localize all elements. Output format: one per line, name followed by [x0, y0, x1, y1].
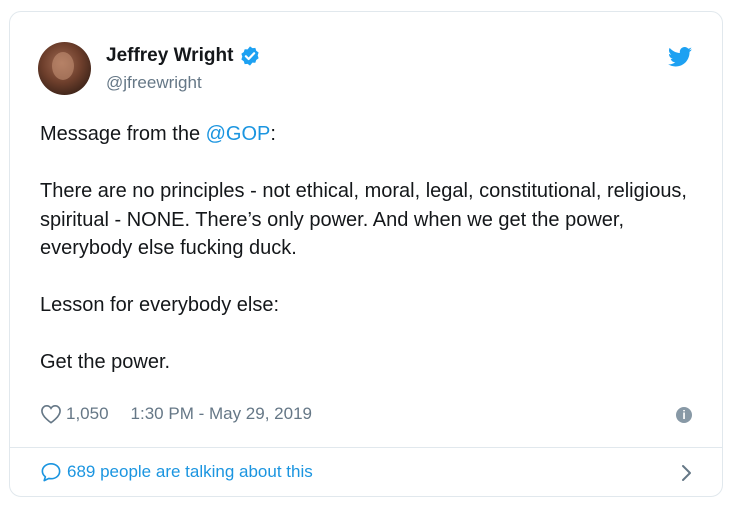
author-name[interactable]: Jeffrey Wright: [106, 45, 233, 67]
info-icon[interactable]: i: [676, 407, 692, 423]
heart-icon[interactable]: [40, 404, 62, 424]
speech-bubble-icon: [41, 463, 61, 482]
author-row: Jeffrey Wright: [106, 45, 261, 67]
verified-badge-icon: [241, 46, 260, 66]
avatar[interactable]: [38, 42, 91, 95]
tweet-text-prefix: Message from the: [40, 123, 206, 145]
tweet-text-suffix: :: [270, 123, 276, 145]
tweet-paragraph-3: Lesson for everybody else:: [40, 294, 280, 316]
chevron-right-icon[interactable]: [680, 463, 692, 483]
tweet-meta: 1,050 1:30 PM - May 29, 2019: [40, 404, 312, 424]
divider: [10, 447, 722, 448]
mention-link[interactable]: @GOP: [206, 123, 271, 145]
author-handle[interactable]: @jfreewright: [106, 73, 202, 93]
tweet-text: Message from the @GOP: There are no prin…: [40, 120, 710, 377]
talking-link[interactable]: 689 people are talking about this: [40, 462, 313, 482]
tweet-paragraph-2: There are no principles - not ethical, m…: [40, 180, 687, 259]
like-count[interactable]: 1,050: [66, 404, 109, 424]
tweet-line-1: Message from the @GOP:: [40, 120, 710, 149]
timestamp[interactable]: 1:30 PM - May 29, 2019: [131, 404, 312, 424]
tweet-card: Jeffrey Wright @jfreewright Message from…: [9, 11, 723, 497]
talking-label: 689 people are talking about this: [67, 462, 313, 481]
twitter-bird-icon[interactable]: [668, 47, 692, 67]
tweet-paragraph-4: Get the power.: [40, 351, 171, 373]
